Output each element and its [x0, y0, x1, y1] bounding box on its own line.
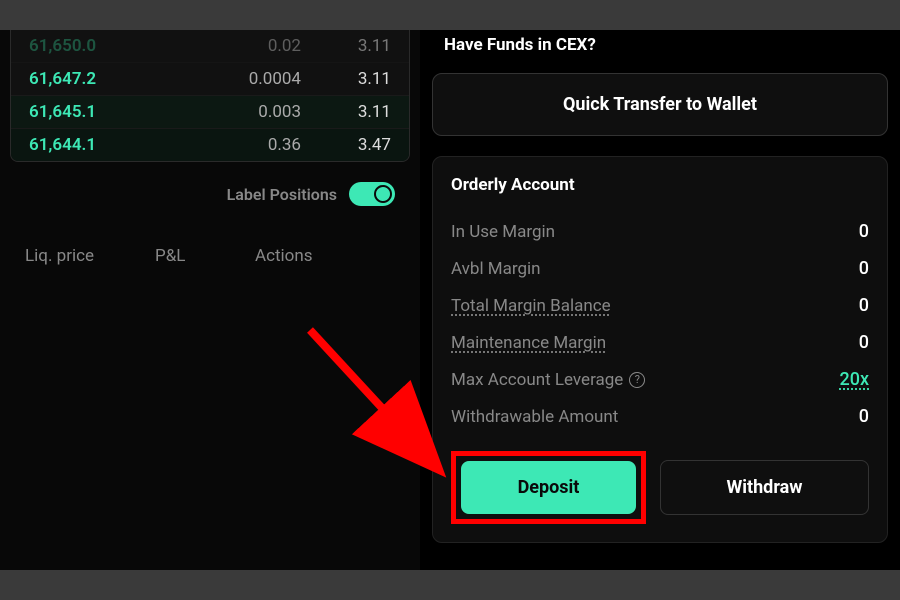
orderbook-price: 61,645.1 [29, 102, 129, 122]
label-positions-toggle[interactable] [349, 182, 395, 206]
account-row-total-margin: Total Margin Balance 0 [451, 287, 869, 324]
account-row-avbl-margin: Avbl Margin 0 [451, 250, 869, 287]
toggle-thumb-icon [374, 185, 392, 203]
quick-transfer-button[interactable]: Quick Transfer to Wallet [432, 73, 888, 136]
positions-table-header: Liq. price P&L Actions [0, 226, 420, 286]
orderbook-table: 61,650.0 0.02 3.11 61,647.2 0.0004 3.11 … [10, 30, 410, 162]
orderbook-amount: 0.003 [129, 102, 331, 122]
account-label-text: Max Account Leverage [451, 370, 623, 390]
account-label: Max Account Leverage ? [451, 369, 645, 390]
column-liq-price[interactable]: Liq. price [25, 246, 115, 266]
right-panel: Have Funds in CEX? Quick Transfer to Wal… [420, 30, 900, 570]
deposit-withdraw-row: Deposit Withdraw [451, 451, 869, 524]
account-row-maint-margin: Maintenance Margin 0 [451, 324, 869, 361]
deposit-highlight-box: Deposit [451, 451, 646, 524]
orderbook-row[interactable]: 61,647.2 0.0004 3.11 [11, 63, 409, 96]
orderbook-total: 3.47 [331, 135, 391, 155]
account-label: Avbl Margin [451, 258, 541, 279]
orderbook-total: 3.11 [331, 102, 391, 122]
account-row-withdrawable: Withdrawable Amount 0 [451, 398, 869, 435]
account-value: 0 [859, 332, 869, 353]
column-actions[interactable]: Actions [255, 246, 395, 266]
deposit-button[interactable]: Deposit [461, 461, 636, 514]
orderbook-amount: 0.36 [129, 135, 331, 155]
label-positions-text: Label Positions [227, 185, 337, 204]
have-funds-heading: Have Funds in CEX? [432, 30, 888, 73]
help-icon[interactable]: ? [629, 372, 645, 388]
withdraw-button[interactable]: Withdraw [660, 460, 869, 515]
account-value: 0 [859, 295, 869, 316]
account-label[interactable]: Total Margin Balance [451, 295, 611, 316]
main-area: 61,650.0 0.02 3.11 61,647.2 0.0004 3.11 … [0, 30, 900, 570]
left-panel: 61,650.0 0.02 3.11 61,647.2 0.0004 3.11 … [0, 30, 420, 570]
account-value: 0 [859, 258, 869, 279]
orderbook-price: 61,644.1 [29, 135, 129, 155]
orderbook-row[interactable]: 61,650.0 0.02 3.11 [11, 30, 409, 63]
account-label: In Use Margin [451, 221, 555, 242]
label-positions-row: Label Positions [0, 162, 420, 226]
orderbook-total: 3.11 [331, 36, 391, 56]
account-row-max-leverage: Max Account Leverage ? 20x [451, 361, 869, 398]
account-title: Orderly Account [451, 175, 869, 195]
orderbook-total: 3.11 [331, 69, 391, 89]
account-value: 0 [859, 406, 869, 427]
column-pnl[interactable]: P&L [155, 246, 215, 266]
bottom-bar [0, 570, 900, 600]
orderbook-price: 61,650.0 [29, 36, 129, 56]
orderbook-amount: 0.02 [129, 36, 331, 56]
account-label: Withdrawable Amount [451, 406, 618, 427]
top-bar [0, 0, 900, 30]
account-label[interactable]: Maintenance Margin [451, 332, 606, 353]
orderbook-row[interactable]: 61,644.1 0.36 3.47 [11, 129, 409, 161]
orderbook-price: 61,647.2 [29, 69, 129, 89]
account-value-leverage[interactable]: 20x [839, 369, 869, 390]
account-row-in-use-margin: In Use Margin 0 [451, 213, 869, 250]
orderbook-amount: 0.0004 [129, 69, 331, 89]
orderly-account-panel: Orderly Account In Use Margin 0 Avbl Mar… [432, 156, 888, 543]
account-value: 0 [859, 221, 869, 242]
orderbook-row[interactable]: 61,645.1 0.003 3.11 [11, 96, 409, 129]
